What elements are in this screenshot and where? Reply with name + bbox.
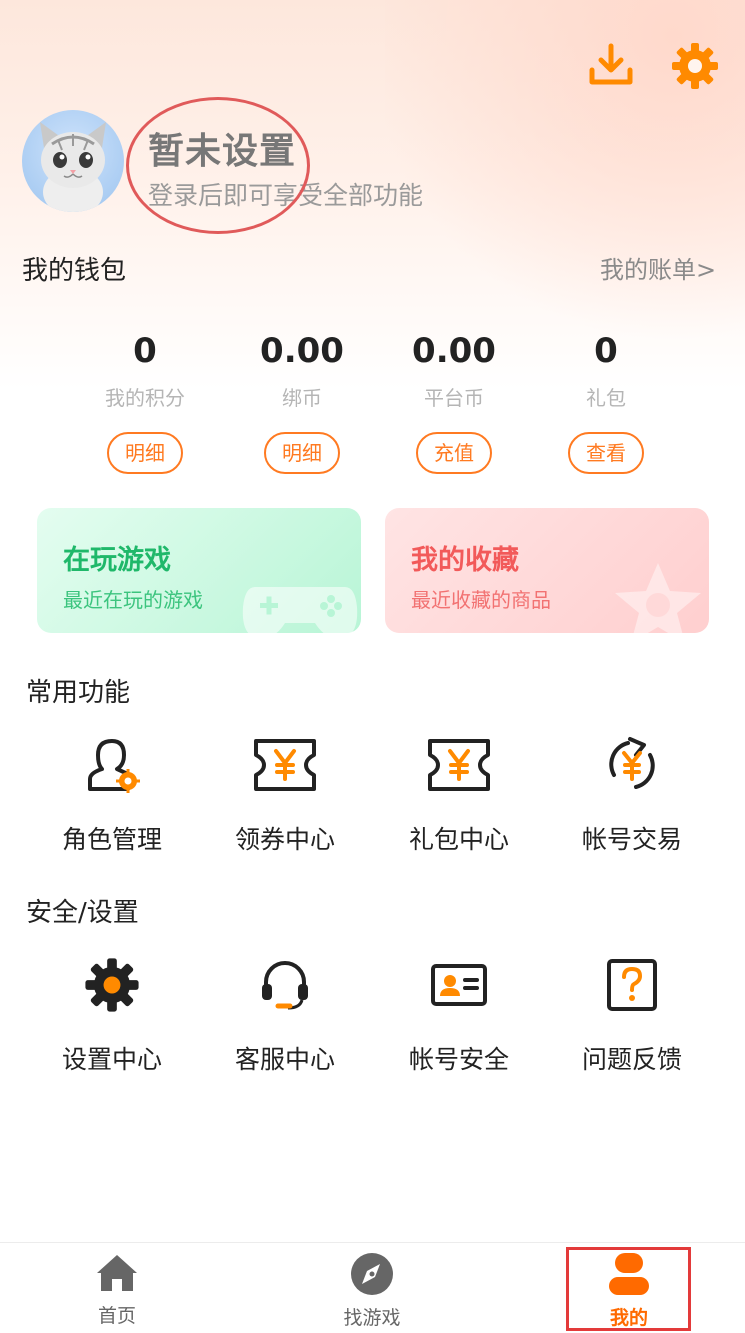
- nav-mine[interactable]: 我的: [559, 1251, 699, 1330]
- account-trade-label: 帐号交易: [581, 825, 682, 854]
- gift-view-button[interactable]: 查看: [568, 432, 644, 474]
- gift-coupon-icon: [428, 739, 490, 791]
- nav-find-games[interactable]: 找游戏: [302, 1251, 442, 1330]
- home-icon: [97, 1255, 137, 1291]
- account-trade-icon: [609, 737, 655, 789]
- profile-name[interactable]: 暂未设置: [148, 122, 296, 174]
- customer-service-item[interactable]: 客服中心: [210, 950, 360, 1076]
- role-manage-icon: [88, 739, 140, 793]
- platform-coin-value: 0.00: [412, 331, 496, 371]
- recharge-button[interactable]: 充值: [416, 432, 492, 474]
- security-settings-title: 安全/设置: [26, 898, 139, 928]
- points-detail-button[interactable]: 明细: [107, 432, 183, 474]
- coupon-center-item[interactable]: 领券中心: [210, 730, 360, 856]
- headset-icon: [262, 961, 308, 1010]
- cat-avatar-icon: [40, 122, 106, 212]
- download-button[interactable]: [585, 40, 637, 92]
- nav-find-games-label: 找游戏: [343, 1307, 401, 1329]
- points-label: 我的积分: [105, 386, 185, 410]
- user-icon: [609, 1253, 649, 1295]
- bottom-nav: 首页 找游戏 我的: [0, 1242, 745, 1333]
- account-security-item[interactable]: 帐号安全: [384, 950, 534, 1076]
- bound-coin-value: 0.00: [260, 331, 344, 371]
- account-trade-item[interactable]: 帐号交易: [557, 730, 707, 856]
- gift-value: 0: [594, 331, 618, 371]
- wallet-bound-coin: 0.00 绑币 明细: [226, 330, 378, 474]
- bound-coin-detail-button[interactable]: 明细: [264, 432, 340, 474]
- account-security-label: 帐号安全: [408, 1045, 509, 1074]
- settings-center-label: 设置中心: [61, 1045, 162, 1074]
- wallet-gift: 0 礼包 查看: [530, 330, 682, 474]
- points-value: 0: [133, 331, 157, 371]
- compass-icon: [351, 1253, 393, 1295]
- coupon-center-label: 领券中心: [234, 825, 335, 854]
- question-icon: [607, 959, 657, 1011]
- gear-icon: [672, 43, 718, 89]
- role-manage-label: 角色管理: [61, 825, 162, 854]
- gear-icon: [85, 958, 139, 1012]
- playing-games-subtitle: 最近在玩的游戏: [63, 588, 203, 612]
- customer-service-label: 客服中心: [234, 1045, 335, 1074]
- playing-games-card[interactable]: 在玩游戏 最近在玩的游戏: [37, 508, 361, 633]
- nav-home[interactable]: 首页: [47, 1251, 187, 1328]
- feedback-label: 问题反馈: [581, 1045, 682, 1074]
- favorites-subtitle: 最近收藏的商品: [411, 588, 551, 612]
- avatar[interactable]: [22, 110, 124, 212]
- settings-button[interactable]: [669, 40, 721, 92]
- star-icon: [615, 563, 701, 633]
- platform-coin-label: 平台币: [424, 386, 484, 410]
- nav-mine-label: 我的: [609, 1307, 648, 1329]
- role-manage-item[interactable]: 角色管理: [37, 730, 187, 856]
- id-card-icon: [431, 964, 487, 1006]
- my-bill-link[interactable]: 我的账单>: [600, 250, 716, 285]
- favorites-card[interactable]: 我的收藏 最近收藏的商品: [385, 508, 709, 633]
- gamepad-icon: [242, 587, 358, 633]
- favorites-title: 我的收藏: [411, 545, 519, 576]
- wallet-points: 0 我的积分 明细: [69, 330, 221, 474]
- feedback-item[interactable]: 问题反馈: [557, 950, 707, 1076]
- wallet-title: 我的钱包: [22, 256, 127, 286]
- common-functions-title: 常用功能: [26, 678, 131, 708]
- coupon-icon: [254, 739, 316, 791]
- wallet-platform-coin: 0.00 平台币 充值: [378, 330, 530, 474]
- gift-center-label: 礼包中心: [408, 825, 509, 854]
- gift-center-item[interactable]: 礼包中心: [384, 730, 534, 856]
- settings-center-item[interactable]: 设置中心: [37, 950, 187, 1076]
- download-icon: [589, 43, 633, 85]
- gift-label: 礼包: [586, 386, 626, 410]
- playing-games-title: 在玩游戏: [63, 545, 171, 576]
- bound-coin-label: 绑币: [282, 386, 322, 410]
- nav-home-label: 首页: [97, 1305, 136, 1327]
- profile-subtitle: 登录后即可享受全部功能: [148, 181, 424, 210]
